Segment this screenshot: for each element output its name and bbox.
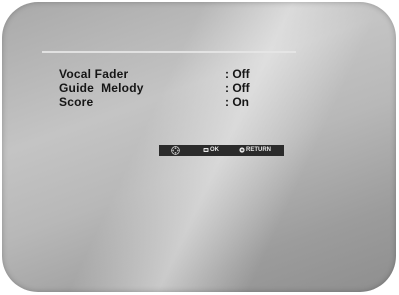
return-hint: RETURN [239, 147, 271, 153]
setup-menu: Vocal Fader : Off Guide Melody : Off Sco… [59, 67, 289, 109]
menu-item-vocal-fader[interactable]: Vocal Fader : Off [59, 67, 289, 81]
menu-item-label: Guide Melody [59, 81, 144, 95]
menu-item-value: : Off [225, 81, 250, 95]
menu-item-label: Vocal Fader [59, 67, 129, 81]
remote-navigation-bar: OK RETURN [159, 145, 284, 156]
directional-pad-icon [171, 146, 180, 155]
menu-item-score[interactable]: Score : On [59, 95, 289, 109]
menu-divider [42, 51, 296, 53]
menu-item-value: : On [225, 95, 249, 109]
menu-item-value: : Off [225, 67, 250, 81]
tv-screen: Vocal Fader : Off Guide Melody : Off Sco… [2, 2, 396, 292]
enter-icon [203, 148, 209, 152]
return-icon [239, 147, 245, 153]
ok-hint: OK [203, 147, 219, 153]
menu-item-guide-melody[interactable]: Guide Melody : Off [59, 81, 289, 95]
ok-label: OK [210, 147, 219, 153]
return-label: RETURN [246, 147, 271, 153]
menu-item-label: Score [59, 95, 94, 109]
